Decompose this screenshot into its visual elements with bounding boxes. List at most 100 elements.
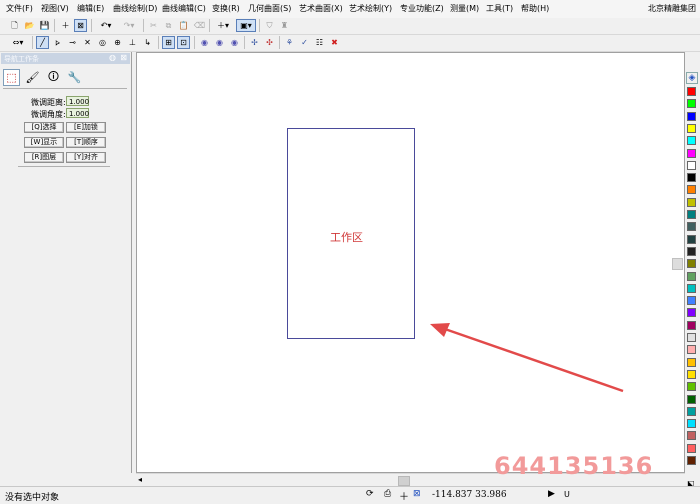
grid-snap-icon[interactable]: ⊞ <box>162 36 175 49</box>
refresh-icon[interactable]: ⟳ <box>366 489 374 499</box>
menu-professional[interactable]: 专业功能(Z) <box>400 3 444 14</box>
eye-show-icon[interactable]: ◉ <box>213 36 226 49</box>
transform-icon[interactable]: ⚘ <box>283 36 296 49</box>
color-swatch[interactable] <box>687 259 696 269</box>
color-swatch[interactable] <box>687 320 696 330</box>
new-file-icon[interactable]: 🗋 <box>8 19 21 32</box>
crosshair-icon[interactable]: ＋ <box>399 488 409 503</box>
menu-geometric-surface[interactable]: 几何曲面(S) <box>248 3 291 14</box>
color-swatch[interactable] <box>687 197 696 207</box>
color-swatch[interactable] <box>687 431 696 441</box>
tab-paint[interactable]: 🖌 <box>24 69 41 86</box>
redo-icon[interactable]: ↷▾ <box>119 19 139 32</box>
menu-view[interactable]: 视图(V) <box>41 3 69 14</box>
crosshair-icon[interactable]: ＋ <box>59 19 72 32</box>
menu-file[interactable]: 文件(F) <box>6 3 33 14</box>
order-button[interactable]: [T]顺序 <box>66 137 106 148</box>
color-swatch[interactable] <box>687 308 696 318</box>
menu-art-surface[interactable]: 艺术曲面(X) <box>299 3 343 14</box>
color-swatch[interactable] <box>687 271 696 281</box>
color-swatch[interactable] <box>687 369 696 379</box>
printer-icon[interactable]: ⎙ <box>384 489 391 499</box>
display-button[interactable]: [W]显示 <box>24 137 64 148</box>
paste-icon[interactable]: 📋 <box>177 19 190 32</box>
line-tool-icon[interactable]: ╱ <box>36 36 49 49</box>
horizontal-scroll-thumb[interactable] <box>398 476 410 486</box>
fine-distance-input[interactable]: 1.000 <box>66 96 89 106</box>
menu-art-draw[interactable]: 艺术绘制(Y) <box>349 3 392 14</box>
color-swatch[interactable] <box>687 357 696 367</box>
move-arrows-icon[interactable]: ⇔▾ <box>8 36 28 49</box>
copy-icon[interactable]: ⧉ <box>162 19 175 32</box>
color-swatch[interactable] <box>687 456 696 465</box>
color-swatch[interactable] <box>687 87 696 96</box>
palette-icon[interactable]: ◈ <box>686 72 698 84</box>
color-swatch[interactable] <box>687 185 696 195</box>
close-icon[interactable]: ⊠ <box>120 53 127 62</box>
color-swatch[interactable] <box>687 160 696 170</box>
fine-angle-input[interactable]: 1.000 <box>66 108 89 118</box>
tab-objects[interactable]: ⬚ <box>3 69 20 86</box>
eye-icon[interactable]: ◉ <box>198 36 211 49</box>
play-icon[interactable]: ▶ <box>548 489 555 499</box>
select-box-icon[interactable]: ⊠ <box>413 489 421 499</box>
point-snap-icon[interactable]: ⊡ <box>177 36 190 49</box>
color-swatch[interactable] <box>687 222 696 232</box>
tangent-icon[interactable]: ↳ <box>141 36 154 49</box>
horizontal-line-icon[interactable]: ⊸ <box>66 36 79 49</box>
color-swatch[interactable] <box>687 345 696 355</box>
color-swatch[interactable] <box>687 136 696 146</box>
color-swatch[interactable] <box>687 210 696 219</box>
color-swatch[interactable] <box>687 406 696 416</box>
color-swatch[interactable] <box>687 333 696 342</box>
node-delete-icon[interactable]: ✣ <box>263 36 276 49</box>
color-swatch[interactable] <box>687 296 696 306</box>
menu-transform[interactable]: 变换(R) <box>212 3 240 14</box>
cut-icon[interactable]: ✂ <box>147 19 160 32</box>
target-icon[interactable]: ⊕ <box>111 36 124 49</box>
node-edit-icon[interactable]: ✢ <box>248 36 261 49</box>
align-button[interactable]: [Y]对齐 <box>66 152 106 163</box>
perpendicular-icon[interactable]: ⊥ <box>126 36 139 49</box>
eye-hide-icon[interactable]: ◉ <box>228 36 241 49</box>
tab-layers[interactable]: 🛈 <box>45 69 62 86</box>
snap-point-icon[interactable]: ＋▾ <box>213 19 233 32</box>
menu-curve-draw[interactable]: 曲线绘制(D) <box>113 3 157 14</box>
select-button[interactable]: [Q]选择 <box>24 122 64 133</box>
view-mode-icon[interactable]: ▣▾ <box>236 19 256 32</box>
color-swatch[interactable] <box>687 419 696 429</box>
pin-icon[interactable]: ◍ <box>109 53 116 62</box>
check-icon[interactable]: ✓ <box>298 36 311 49</box>
color-swatch[interactable] <box>687 148 696 158</box>
open-file-icon[interactable]: 📂 <box>23 19 36 32</box>
color-swatch[interactable] <box>687 394 696 404</box>
menu-tools[interactable]: 工具(T) <box>486 3 513 14</box>
report-icon[interactable]: ☷ <box>313 36 326 49</box>
color-swatch[interactable] <box>687 443 696 453</box>
color-swatch[interactable] <box>687 111 696 121</box>
lock-button[interactable]: [E]加锁 <box>66 122 106 133</box>
select-box-icon[interactable]: ⊠ <box>74 19 87 32</box>
vertical-scroll-thumb[interactable] <box>672 258 683 270</box>
shield-icon[interactable]: ⛉ <box>263 19 276 32</box>
menu-help[interactable]: 帮助(H) <box>521 3 549 14</box>
cross-line-icon[interactable]: ✕ <box>81 36 94 49</box>
color-swatch[interactable] <box>687 123 696 133</box>
close-icon[interactable]: ✖ <box>328 36 341 49</box>
menu-measure[interactable]: 测量(M) <box>450 3 479 14</box>
color-swatch[interactable] <box>687 382 696 392</box>
color-swatch[interactable] <box>687 99 696 109</box>
save-file-icon[interactable]: 💾 <box>38 19 51 32</box>
delete-icon[interactable]: ⌫ <box>193 19 206 32</box>
color-swatch[interactable] <box>687 234 696 244</box>
trophy-icon[interactable]: ♜ <box>278 19 291 32</box>
menu-edit[interactable]: 编辑(E) <box>77 3 104 14</box>
tab-tools[interactable]: 🔧 <box>66 69 83 86</box>
menu-curve-edit[interactable]: 曲线编辑(C) <box>162 3 206 14</box>
color-swatch[interactable] <box>687 246 696 256</box>
layer-button[interactable]: [R]图层 <box>24 152 64 163</box>
angle-line-icon[interactable]: ⦠ <box>51 36 64 49</box>
circle-tool-icon[interactable]: ◎ <box>96 36 109 49</box>
scroll-left-icon[interactable]: ◂ <box>138 475 142 484</box>
undo-icon[interactable]: ↶▾ <box>96 19 116 32</box>
